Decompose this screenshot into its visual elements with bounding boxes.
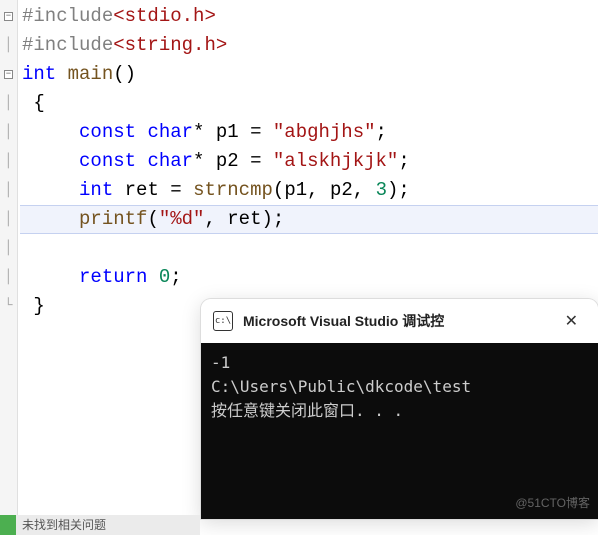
console-line: 按任意键关闭此窗口. . . <box>211 401 403 420</box>
code-line[interactable]: #include<stdio.h> <box>20 2 598 31</box>
fold-icon[interactable]: − <box>4 70 13 79</box>
console-line: C:\Users\Public\dkcode\test <box>211 377 471 396</box>
fold-gutter: − │ − │ │ │ │ │ │ │ └ <box>0 0 18 535</box>
debug-console-window[interactable]: c:\ Microsoft Visual Studio 调试控 ✕ -1 C:\… <box>201 299 598 519</box>
fold-icon[interactable]: − <box>4 12 13 21</box>
console-icon: c:\ <box>213 311 233 331</box>
console-title: Microsoft Visual Studio 调试控 <box>243 311 547 331</box>
console-line: -1 <box>211 353 230 372</box>
code-line[interactable]: const char* p1 = "abghjhs"; <box>20 118 598 147</box>
console-output[interactable]: -1 C:\Users\Public\dkcode\test 按任意键关闭此窗口… <box>201 343 598 519</box>
status-text: 未找到相关问题 <box>16 515 200 535</box>
watermark: @51CTO博客 <box>515 494 590 511</box>
close-icon[interactable]: ✕ <box>557 307 586 335</box>
code-line[interactable]: int ret = strncmp(p1, p2, 3); <box>20 176 598 205</box>
code-line[interactable] <box>20 234 598 263</box>
code-line[interactable]: return 0; <box>20 263 598 292</box>
console-titlebar[interactable]: c:\ Microsoft Visual Studio 调试控 ✕ <box>201 299 598 343</box>
status-indicator <box>0 515 16 535</box>
status-bar: 未找到相关问题 <box>0 515 200 535</box>
code-line[interactable]: #include<string.h> <box>20 31 598 60</box>
code-line[interactable]: const char* p2 = "alskhjkjk"; <box>20 147 598 176</box>
code-line-current[interactable]: printf("%d", ret); <box>20 205 598 234</box>
code-line[interactable]: { <box>20 89 598 118</box>
code-line[interactable]: int main() <box>20 60 598 89</box>
